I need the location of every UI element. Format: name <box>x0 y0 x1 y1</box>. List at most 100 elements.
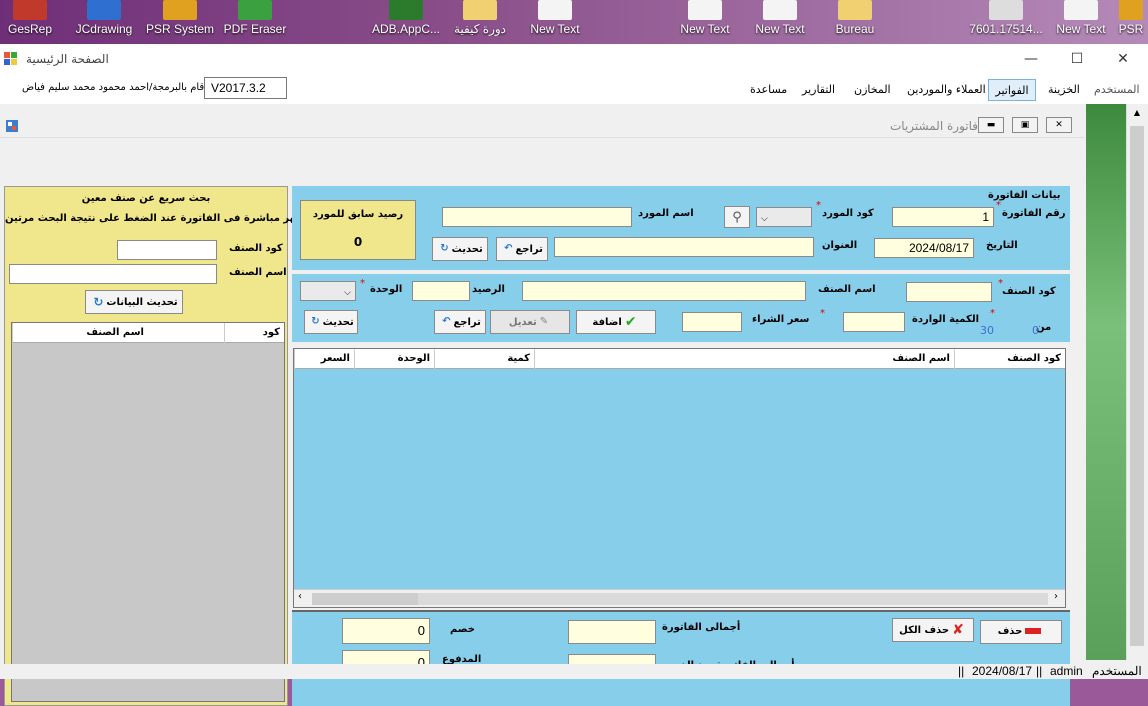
desktop-icon[interactable]: New Text <box>740 0 820 44</box>
desktop-icon[interactable]: New Text <box>665 0 745 44</box>
scroll-thumb[interactable] <box>418 593 1048 605</box>
app-icon <box>13 0 47 20</box>
required-mark: * <box>998 278 1003 289</box>
discount-label: خصم <box>450 624 475 635</box>
desktop-icon[interactable]: ADB.AppC... <box>366 0 446 44</box>
item-code-label: كود الصنف <box>1002 286 1056 297</box>
refresh-button[interactable]: ↻ تحديث <box>432 237 488 261</box>
search-item-code-label: كود الصنف <box>229 243 283 254</box>
desktop-icon[interactable]: GesRep <box>0 0 70 44</box>
desktop-icon[interactable]: New Text <box>515 0 595 44</box>
edit-button[interactable]: تعديل ✎ <box>490 310 570 334</box>
desktop-background: GesRep JCdrawing PSR System PDF Eraser A… <box>0 0 1148 44</box>
text-file-icon <box>688 0 722 20</box>
quick-search-panel: بحث سريع عن صنف معين يظهر مباشرة فى الفا… <box>4 186 310 706</box>
checkmark-icon: ✔ <box>624 314 637 330</box>
delete-all-button[interactable]: حذف الكل ✘ <box>892 618 974 642</box>
address-input[interactable] <box>554 237 814 257</box>
grid-col-item-name: اسم الصنف <box>534 349 954 369</box>
child-restore-button[interactable]: ▣ <box>1012 117 1038 133</box>
shield-icon <box>163 0 197 20</box>
text-file-icon <box>538 0 572 20</box>
desktop-icon[interactable]: Bureau <box>815 0 895 44</box>
file-icon <box>989 0 1023 20</box>
status-bar: المستخدم admin || 2024/08/17 || <box>0 664 1148 679</box>
quick-search-title: بحث سريع عن صنف معين <box>81 193 211 204</box>
horizontal-scrollbar[interactable]: ‹ › <box>294 589 1065 607</box>
supplier-code-dropdown[interactable]: ⌵ <box>756 207 812 227</box>
quick-search-grid[interactable]: كود اسم الصنف <box>11 322 285 702</box>
totals-panel: حذف حذف الكل✘ أجمالى الفاتورة أجمالى الف… <box>292 610 1070 706</box>
menu-clients-suppliers[interactable]: العملاء والموردين <box>903 79 990 101</box>
background-strip <box>1086 104 1126 660</box>
refresh-item-button[interactable]: ↻ تحديث <box>304 310 358 334</box>
item-code-input[interactable] <box>906 282 992 302</box>
scroll-right-icon[interactable]: › <box>1054 591 1058 602</box>
refresh-icon: ↻ <box>311 316 320 327</box>
date-label: التاريخ <box>986 240 1018 251</box>
undo-button[interactable]: ↶ تراجع <box>496 237 548 261</box>
supplier-code-label: كود المورد <box>822 208 874 219</box>
vertical-scrollbar[interactable]: ▲ <box>1126 104 1146 660</box>
child-minimize-button[interactable]: ▬ <box>978 117 1004 133</box>
search-supplier-button[interactable]: ⚲ <box>724 206 750 228</box>
required-mark: * <box>360 278 365 289</box>
discount-input[interactable]: 0 <box>342 618 430 644</box>
delete-button[interactable]: حذف <box>980 620 1062 644</box>
folder-icon <box>838 0 872 20</box>
invoice-total-input[interactable] <box>568 620 656 644</box>
supplier-balance-label: رصيد سابق للمورد <box>312 209 404 220</box>
desktop-icon[interactable]: 7601.17514... <box>966 0 1046 44</box>
pencil-icon: ✎ <box>539 316 549 327</box>
invoice-items-grid[interactable]: كود الصنف اسم الصنف كمية الوحدة السعر ‹ … <box>293 348 1066 608</box>
item-name-input[interactable] <box>522 281 806 301</box>
add-button[interactable]: اضافة ✔ <box>576 310 656 334</box>
menu-treasury[interactable]: الخزينة <box>1044 79 1084 101</box>
search-item-name-input[interactable] <box>9 264 217 284</box>
unit-dropdown[interactable]: ⌵ <box>300 281 356 301</box>
undo-item-button[interactable]: ↶ تراجع <box>434 310 486 334</box>
menu-invoices[interactable]: الفواتير <box>988 79 1036 101</box>
desktop-icon[interactable]: دورة كيفية <box>440 0 520 44</box>
refresh-data-button[interactable]: ↻ تحديث البيانات <box>85 290 183 314</box>
chevron-down-icon: ⌵ <box>344 287 351 297</box>
qty-input[interactable] <box>843 312 905 332</box>
required-mark: * <box>990 308 995 319</box>
search-item-code-input[interactable] <box>117 240 217 260</box>
date-input[interactable]: 2024/08/17 <box>874 238 974 258</box>
desktop-icon[interactable]: PDF Eraser <box>215 0 295 44</box>
item-entry-panel: كود الصنف * اسم الصنف الرصيد الوحدة * ⌵ … <box>292 274 1070 342</box>
text-file-icon <box>763 0 797 20</box>
desktop-icon[interactable]: PSR <box>1108 0 1148 44</box>
desktop-icon[interactable]: PSR System <box>140 0 220 44</box>
menu-reports[interactable]: التقارير <box>798 79 839 101</box>
menu-stores[interactable]: المخازن <box>850 79 895 101</box>
close-button[interactable]: ✕ <box>1100 44 1146 74</box>
balance-input[interactable] <box>412 281 470 301</box>
price-input[interactable] <box>682 312 742 332</box>
grid-col-unit: الوحدة <box>354 349 434 369</box>
child-close-button[interactable]: ✕ <box>1046 117 1072 133</box>
required-mark: * <box>816 200 821 211</box>
scroll-thumb[interactable] <box>1130 126 1144 646</box>
required-mark: * <box>996 200 1001 211</box>
invoice-no-label: رقم الفاتورة <box>1002 208 1066 219</box>
scroll-up-icon[interactable]: ▲ <box>1131 108 1143 118</box>
price-label: سعر الشراء <box>752 314 810 325</box>
desktop-icon[interactable]: JCdrawing <box>64 0 144 44</box>
invoice-no-input[interactable]: 1 <box>892 207 994 227</box>
app-icon <box>87 0 121 20</box>
maximize-button[interactable]: ☐ <box>1054 44 1100 74</box>
shield-icon <box>1119 0 1143 20</box>
menu-help[interactable]: مساعدة <box>746 79 791 101</box>
menu-user[interactable]: المستخدم <box>1090 79 1144 101</box>
app-icon <box>238 0 272 20</box>
minimize-button[interactable]: — <box>1008 44 1054 74</box>
qty-label: الكمية الواردة <box>912 314 980 325</box>
supplier-name-input[interactable] <box>442 207 632 227</box>
grid-col-code: كود <box>224 323 284 343</box>
undo-icon: ↶ <box>504 243 513 254</box>
x-icon: ✘ <box>952 622 964 638</box>
status-separator: || <box>958 664 965 678</box>
scroll-left-icon[interactable]: ‹ <box>298 591 302 602</box>
